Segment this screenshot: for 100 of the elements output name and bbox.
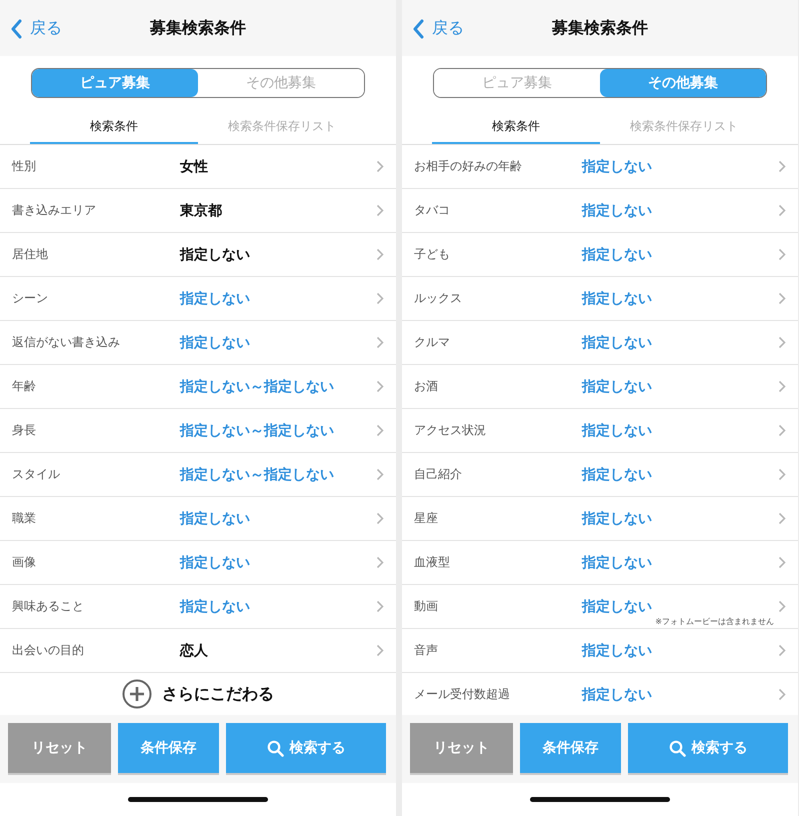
chevron-right-icon [376, 600, 384, 613]
row-note: ※フォトムービーは含まれません [655, 616, 774, 627]
row-label: 星座 [414, 510, 439, 527]
row-value: 指定しない [582, 466, 653, 484]
screen-title: 募集検索条件 [552, 18, 648, 38]
list-row[interactable]: お相手の好みの年齢 指定しない [402, 145, 798, 189]
list-row[interactable]: 居住地 指定しない [0, 233, 396, 277]
row-label: 性別 [12, 158, 37, 175]
row-value: 指定しない～指定しない [180, 378, 335, 396]
list-row[interactable]: 返信がない書き込み 指定しない [0, 321, 396, 365]
row-label: 子ども [414, 246, 451, 263]
list-row[interactable]: スタイル 指定しない～指定しない [0, 453, 396, 497]
row-label: 身長 [12, 422, 37, 439]
row-value: 指定しない [180, 554, 251, 572]
chevron-right-icon [376, 556, 384, 569]
row-label: 血液型 [414, 554, 451, 571]
row-label: 書き込みエリア [12, 202, 97, 219]
row-label: 動画 [414, 598, 439, 615]
chevron-right-icon [376, 424, 384, 437]
chevron-right-icon [778, 688, 786, 701]
search-icon [668, 740, 686, 756]
row-label: 音声 [414, 642, 439, 659]
row-label: アクセス状況 [414, 422, 487, 439]
chevron-right-icon [778, 424, 786, 437]
list-row[interactable]: アクセス状況 指定しない [402, 409, 798, 453]
chevron-right-icon [778, 204, 786, 217]
list-row[interactable]: 自己紹介 指定しない [402, 453, 798, 497]
row-value: 指定しない [180, 598, 251, 616]
list-row[interactable]: 音声 指定しない [402, 629, 798, 673]
tab[interactable]: 検索条件 [432, 110, 600, 144]
chevron-right-icon [376, 204, 384, 217]
row-label: 出会いの目的 [12, 642, 85, 659]
row-label: 自己紹介 [414, 466, 463, 483]
row-value: 指定しない [582, 378, 653, 396]
chevron-right-icon [376, 160, 384, 173]
chevron-right-icon [778, 160, 786, 173]
list-row[interactable]: 身長 指定しない～指定しない [0, 409, 396, 453]
row-value: 指定しない [582, 422, 653, 440]
list-row[interactable]: シーン 指定しない [0, 277, 396, 321]
row-label: 返信がない書き込み [12, 334, 121, 351]
row-value: 指定しない [180, 246, 251, 264]
chevron-right-icon [376, 336, 384, 349]
list-row[interactable]: 年齢 指定しない～指定しない [0, 365, 396, 409]
chevron-right-icon [778, 644, 786, 657]
list-row[interactable]: 動画 指定しない ※フォトムービーは含まれません [402, 585, 798, 629]
list-row[interactable]: 画像 指定しない [0, 541, 396, 585]
row-label: 年齢 [12, 378, 37, 395]
row-value: 指定しない [180, 510, 251, 528]
screen-title: 募集検索条件 [150, 18, 246, 38]
chevron-right-icon [778, 380, 786, 393]
row-value: 指定しない [582, 686, 653, 704]
chevron-right-icon [376, 512, 384, 525]
row-value: 指定しない [180, 334, 251, 352]
list-row[interactable]: お酒 指定しない [402, 365, 798, 409]
list-row[interactable]: 出会いの目的 恋人 [0, 629, 396, 673]
list-row[interactable]: 職業 指定しない [0, 497, 396, 541]
row-label: ルックス [414, 290, 463, 307]
row-value: 指定しない [582, 334, 653, 352]
tab[interactable]: 検索条件 [30, 110, 198, 144]
list-row[interactable]: 書き込みエリア 東京都 [0, 189, 396, 233]
chevron-right-icon [376, 644, 384, 657]
row-label: スタイル [12, 466, 61, 483]
row-value: 東京都 [180, 202, 223, 220]
row-value: 指定しない [582, 158, 653, 176]
row-value: 指定しない [582, 290, 653, 308]
more-conditions-button[interactable]: さらにこだわる [122, 679, 274, 709]
row-value: 指定しない～指定しない [180, 422, 335, 440]
row-label: 興味あること [12, 598, 85, 615]
chevron-right-icon [778, 292, 786, 305]
row-value: 指定しない [582, 554, 653, 572]
chevron-right-icon [376, 468, 384, 481]
row-value: 指定しない [582, 510, 653, 528]
list-row[interactable]: タバコ 指定しない [402, 189, 798, 233]
chevron-right-icon [778, 248, 786, 261]
chevron-right-icon [778, 336, 786, 349]
row-label: お相手の好みの年齢 [414, 158, 523, 175]
list-row[interactable]: 子ども 指定しない [402, 233, 798, 277]
row-value: 指定しない～指定しない [180, 466, 335, 484]
list-row[interactable]: ルックス 指定しない [402, 277, 798, 321]
chevron-right-icon [778, 512, 786, 525]
row-value: 指定しない [582, 642, 653, 660]
chevron-right-icon [376, 380, 384, 393]
row-value: 指定しない [180, 290, 251, 308]
list-row[interactable]: 血液型 指定しない [402, 541, 798, 585]
chevron-left-icon [412, 18, 424, 38]
list-row[interactable]: クルマ 指定しない [402, 321, 798, 365]
list-row[interactable]: 性別 女性 [0, 145, 396, 189]
chevron-right-icon [778, 468, 786, 481]
chevron-right-icon [376, 248, 384, 261]
chevron-left-icon [10, 18, 22, 38]
list-row[interactable]: 星座 指定しない [402, 497, 798, 541]
row-label: 職業 [12, 510, 37, 527]
row-label: 画像 [12, 554, 37, 571]
row-label: 居住地 [12, 246, 49, 263]
chevron-right-icon [778, 600, 786, 613]
list-row[interactable]: 興味あること 指定しない [0, 585, 396, 629]
row-label: タバコ [414, 202, 451, 219]
row-value: 指定しない [582, 246, 653, 264]
row-label: クルマ [414, 334, 451, 351]
chevron-right-icon [778, 556, 786, 569]
